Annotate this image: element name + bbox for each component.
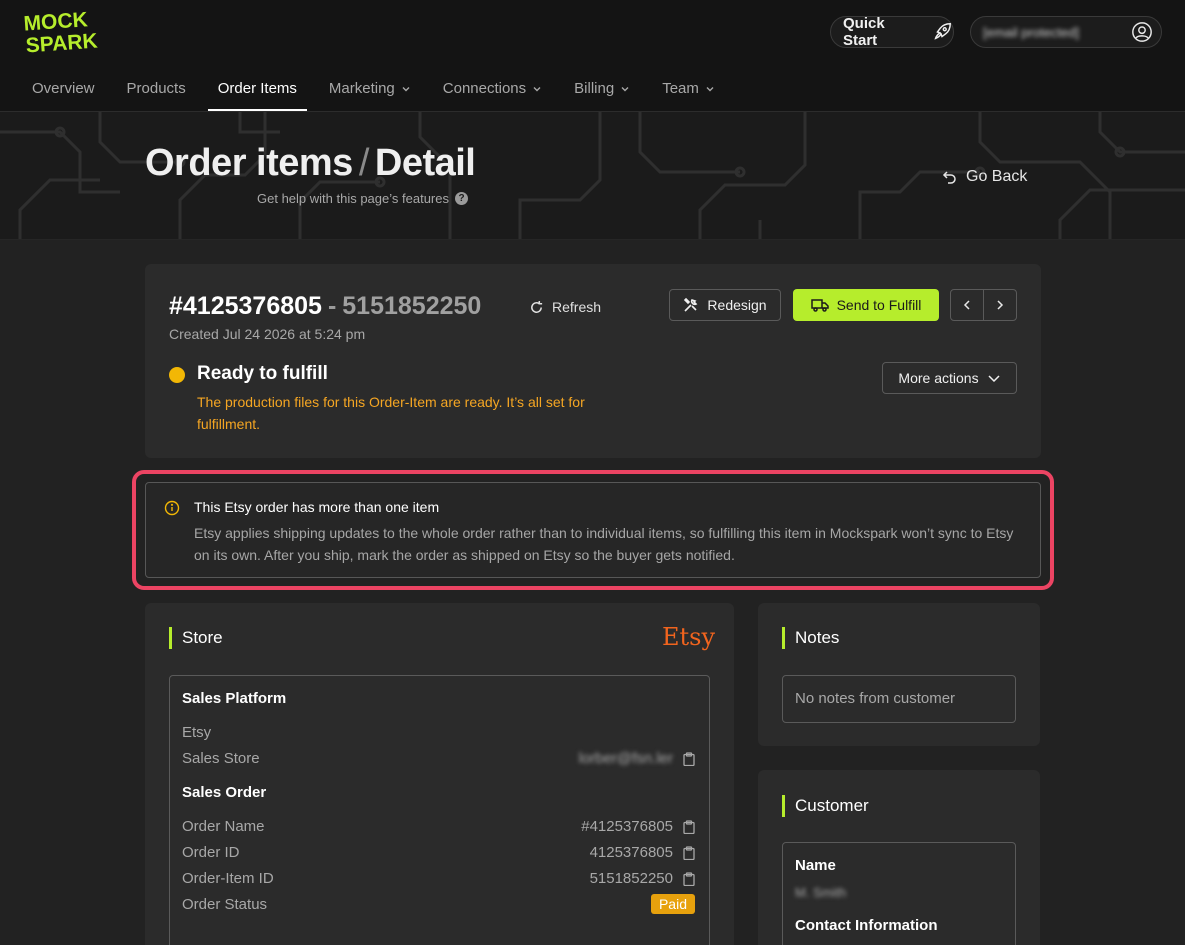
nav-overview[interactable]: Overview xyxy=(32,74,95,109)
quick-start-button[interactable]: Quick Start xyxy=(830,15,954,49)
status-description: The production files for this Order-Item… xyxy=(197,394,585,432)
chevron-left-icon xyxy=(963,300,970,310)
copy-icon[interactable] xyxy=(683,845,695,860)
account-email: [email protected] xyxy=(983,24,1080,40)
notes-section-title: Notes xyxy=(782,627,839,649)
order-heading: #4125376805-5151852250 xyxy=(169,292,482,320)
order-name-label: Order Name xyxy=(182,818,265,835)
store-section-title: Store xyxy=(169,627,223,649)
top-bar: MOCK SPARK Quick Start [email protected]… xyxy=(0,0,1185,112)
chevron-down-icon xyxy=(533,86,541,91)
contact-information-heading: Contact Information xyxy=(795,917,938,934)
svg-text:SPARK: SPARK xyxy=(25,30,98,54)
mockspark-logo[interactable]: MOCK SPARK xyxy=(22,8,110,54)
page-hero: Order items / Detail Get help with this pa… xyxy=(0,112,1185,240)
store-card: Store Etsy Sales Platform Etsy Sales Sto… xyxy=(145,603,734,945)
quick-start-label: Quick Start xyxy=(843,15,885,49)
customer-details-box: Name M. Smith Contact Information xyxy=(782,842,1016,945)
send-to-fulfill-button[interactable]: Send to Fulfill xyxy=(793,289,939,321)
info-icon xyxy=(164,500,180,516)
order-name-value: #4125376805 xyxy=(581,818,673,835)
order-summary-card: #4125376805-5151852250 Refresh Created J… xyxy=(145,264,1041,458)
order-item-id-row: 5151852250 xyxy=(590,870,695,887)
nav-team[interactable]: Team xyxy=(662,74,715,109)
order-id-row: 4125376805 xyxy=(590,844,695,861)
notes-card: Notes No notes from customer xyxy=(758,603,1040,746)
main-nav: Overview Products Order Items Marketing … xyxy=(32,74,747,111)
sales-platform-value: Etsy xyxy=(182,724,212,741)
help-link[interactable]: Get help with this page’s features ? xyxy=(257,191,468,206)
chevron-down-icon xyxy=(706,86,714,91)
nav-connections[interactable]: Connections xyxy=(443,74,542,109)
alert-title: This Etsy order has more than one item xyxy=(194,499,440,515)
order-status-row: Paid xyxy=(650,894,695,914)
order-item-id-label: Order-Item ID xyxy=(182,870,274,887)
status-title: Ready to fulfill xyxy=(197,363,328,384)
sales-store-label: Sales Store xyxy=(182,750,260,767)
sales-platform-heading: Sales Platform xyxy=(182,690,287,707)
chevron-down-icon xyxy=(621,86,629,91)
sales-order-heading: Sales Order xyxy=(182,784,267,801)
order-status-label: Order Status xyxy=(182,896,268,913)
etsy-logo: Etsy xyxy=(662,623,716,651)
chevron-right-icon xyxy=(997,300,1004,310)
nav-products[interactable]: Products xyxy=(127,74,186,109)
customer-name-value: M. Smith xyxy=(795,885,847,900)
previous-item-button[interactable] xyxy=(951,290,984,320)
status-indicator-dot xyxy=(169,367,185,383)
notes-box: No notes from customer xyxy=(782,675,1016,723)
store-details-box: Sales Platform Etsy Sales Store lorber@f… xyxy=(169,675,710,945)
user-avatar-icon xyxy=(1132,22,1152,42)
account-menu[interactable]: [email protected] xyxy=(970,16,1162,48)
nav-order-items[interactable]: Order Items xyxy=(207,74,308,111)
chevron-down-icon xyxy=(402,86,410,91)
question-icon: ? xyxy=(455,192,468,205)
refresh-icon xyxy=(531,300,543,313)
order-status-badge: Paid xyxy=(650,894,695,914)
order-item-id-value: 5151852250 xyxy=(589,870,673,887)
rocket-icon xyxy=(934,23,951,40)
nav-billing[interactable]: Billing xyxy=(574,74,630,109)
truck-icon xyxy=(810,299,829,312)
customer-name-heading: Name xyxy=(795,857,836,874)
created-date: Created Jul 24 2026 at 5:24 pm xyxy=(169,326,366,342)
sales-store-row: lorber@fsn.ler xyxy=(579,750,695,767)
copy-icon[interactable] xyxy=(683,751,695,766)
multi-item-alert: This Etsy order has more than one item E… xyxy=(145,482,1041,578)
alert-body: Etsy applies shipping updates to the who… xyxy=(194,525,1014,563)
nav-marketing[interactable]: Marketing xyxy=(329,74,411,109)
order-name-row: #4125376805 xyxy=(581,818,695,835)
order-id-label: Order ID xyxy=(182,844,240,861)
copy-icon[interactable] xyxy=(683,871,695,886)
order-id-value: 4125376805 xyxy=(589,844,673,861)
chevron-down-icon xyxy=(988,375,1000,383)
sales-store-value: lorber@fsn.ler xyxy=(578,750,673,767)
tools-icon xyxy=(684,297,698,312)
back-arrow-icon xyxy=(942,171,956,184)
page-title: Order items / Detail xyxy=(145,142,476,184)
item-pager xyxy=(950,289,1017,321)
go-back-button[interactable]: Go Back xyxy=(942,168,1027,186)
redesign-button[interactable]: Redesign xyxy=(669,289,781,321)
customer-card: Customer Name M. Smith Contact Informati… xyxy=(758,770,1040,945)
copy-icon[interactable] xyxy=(683,819,695,834)
customer-section-title: Customer xyxy=(782,795,869,817)
next-item-button[interactable] xyxy=(984,290,1016,320)
more-actions-dropdown[interactable]: More actions xyxy=(882,362,1017,394)
refresh-button[interactable]: Refresh xyxy=(529,299,601,315)
